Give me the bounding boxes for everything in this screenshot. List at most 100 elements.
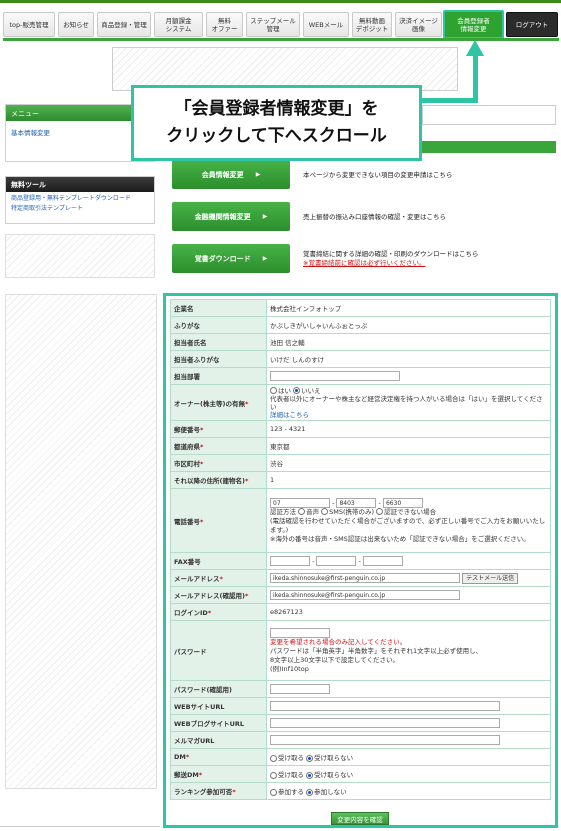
field-label: パスワード(確認用) <box>170 680 267 698</box>
table-row: WEBブログサイトURL <box>170 714 551 732</box>
nav-payment-image[interactable]: 決済イメージ 画像 <box>395 12 442 37</box>
person-value: 池田 信之輔 <box>266 333 551 351</box>
dm-no-radio[interactable] <box>306 754 314 762</box>
pref-value: 東京都 <box>266 437 551 455</box>
bank-info-desc: 売上振替の振込み口座情報の確認・変更はこちら <box>303 213 446 221</box>
owner-detail-link[interactable]: 詳細はこちら <box>270 411 547 419</box>
table-row: 担当者氏名 池田 信之輔 <box>170 333 551 351</box>
memo-desc: 覚書締結に関する詳細の確認・印刷のダウンロードはこちら ※覚書締結前に確認は必ず… <box>303 250 479 268</box>
nav-step-mail[interactable]: ステップメール 管理 <box>246 12 300 37</box>
owner-note: 代表者以外にオーナーや株主など経営決定権を持つ人がいる場合は「はい」を選択してく… <box>270 394 543 411</box>
sidebar-free-tools: 無料ツール 商品登録用・無料テンプレートダウンロード 特定商取引法テンプレート <box>5 176 155 224</box>
table-row: パスワード 変更を希望される場合のみ記入してください。 パスワードは「半角英字」半… <box>170 620 551 681</box>
tel-sms-radio[interactable] <box>321 508 329 515</box>
fax1-input[interactable] <box>270 556 310 566</box>
free-tool-law-template[interactable]: 特定商取引法テンプレート <box>6 204 154 214</box>
nav-webmail[interactable]: WEBメール <box>303 12 349 37</box>
arrow-connector <box>422 98 478 103</box>
tel-none-radio[interactable] <box>376 508 384 515</box>
city-value: 渋谷 <box>266 454 551 472</box>
owner-no-radio[interactable] <box>293 387 301 394</box>
table-row: パスワード(確認用) <box>170 680 551 698</box>
arrow-up-icon <box>466 40 484 56</box>
tel-voice-radio[interactable] <box>298 508 306 515</box>
post-dm-yes-radio[interactable] <box>270 771 277 779</box>
nav-top[interactable]: top-販売管理 <box>3 12 55 37</box>
zip-value: 123 - 4321 <box>266 420 551 438</box>
table-row: DM* 受け取る 受け取らない <box>170 748 551 766</box>
field-label: FAX番号 <box>170 552 267 570</box>
bank-info-change-button[interactable]: 金融機関情報変更 ▶ <box>172 202 290 231</box>
field-label: メールアドレス(確認用)* <box>170 586 267 604</box>
rank-no-radio[interactable] <box>306 788 314 796</box>
table-row: メールアドレス(確認用)* ikeda.shinnosuke@first-peng… <box>170 586 551 604</box>
password-input[interactable] <box>270 627 330 638</box>
nav-subscription[interactable]: 月額課金 システム <box>154 12 203 37</box>
instruction-callout: 「会員登録者情報変更」を クリックして下へスクロール <box>131 85 422 161</box>
nav-free-offer[interactable]: 無料 オファー <box>206 12 243 37</box>
field-label: 市区町村* <box>170 454 267 472</box>
arrow-shaft <box>473 56 478 100</box>
table-row: 市区町村* 渋谷 <box>170 454 551 472</box>
tel1-input[interactable]: 07 <box>270 497 330 508</box>
field-label: 担当者氏名 <box>170 333 267 351</box>
field-label: ログインID* <box>170 603 267 621</box>
table-row: 都道府県* 東京都 <box>170 437 551 455</box>
nav-free-video[interactable]: 無料動画 デポジット <box>352 12 392 37</box>
table-row: オーナー(株主等)の有無* はい いいえ 代表者以外にオーナーや株主など経営決定権… <box>170 384 551 421</box>
dept-input[interactable] <box>270 371 400 381</box>
post-dm-no-radio[interactable] <box>306 771 314 779</box>
field-label: WEBブログサイトURL <box>170 714 267 732</box>
fax2-input[interactable] <box>316 556 357 566</box>
person-kana-value: いけだ しんのすけ <box>266 350 551 368</box>
field-label: DM* <box>170 748 267 766</box>
table-row: 企業名 株式会社インフォトップ <box>170 299 551 317</box>
member-info-desc: 本ページから変更できない項目の変更申請はこちら <box>303 171 453 179</box>
addr-value: 1 <box>266 471 551 489</box>
divider <box>0 826 160 827</box>
field-label: 企業名 <box>170 299 267 317</box>
magazine-url-input[interactable] <box>270 735 500 745</box>
company-value: 株式会社インフォトップ <box>266 299 551 317</box>
tel-note-2: ※海外の番号は音声・SMS認証は出来ないため「認証できない場合」をご選択ください… <box>270 534 530 543</box>
logout-button[interactable]: ログアウト <box>506 12 558 37</box>
right-strip <box>422 105 556 125</box>
nav-member-info[interactable]: 会員登録者 情報変更 <box>443 10 504 39</box>
table-row: 担当者ふりがな いけだ しんのすけ <box>170 350 551 368</box>
test-mail-button[interactable]: テストメール送信 <box>462 572 519 584</box>
rank-yes-radio[interactable] <box>270 788 277 796</box>
password-confirm-input[interactable] <box>270 684 330 694</box>
email-confirm-input[interactable]: ikeda.shinnosuke@first-penguin.co.jp <box>270 590 460 600</box>
memo-download-button[interactable]: 覚書ダウンロード ▶ <box>172 244 290 273</box>
memo-desc-link[interactable]: ※覚書締結前に確認は必ず行いください。 <box>303 259 479 268</box>
field-label: メルマガURL <box>170 731 267 749</box>
table-row: WEBサイトURL <box>170 697 551 715</box>
blog-url-input[interactable] <box>270 718 500 728</box>
memo-desc-text: 覚書締結に関する詳細の確認・印刷のダウンロードはこちら <box>303 250 479 258</box>
table-row: ランキング参加可否* 参加する 参加しない <box>170 782 551 800</box>
password-note-red: 変更を希望される場合のみ記入してください。 <box>270 637 407 646</box>
confirm-changes-button[interactable]: 変更内容を確認 <box>331 812 389 825</box>
tel2-input[interactable]: 8403 <box>336 497 377 508</box>
sidebar-ad-placeholder <box>5 234 155 278</box>
web-url-input[interactable] <box>270 701 500 711</box>
field-label: 電話番号* <box>170 488 267 553</box>
free-tool-template-download[interactable]: 商品登録用・無料テンプレートダウンロード <box>6 192 154 204</box>
owner-yes-radio[interactable] <box>270 387 277 394</box>
email-input[interactable]: ikeda.shinnosuke@first-penguin.co.jp <box>270 573 460 583</box>
top-accent-bar <box>0 0 561 3</box>
tel3-input[interactable]: 6630 <box>382 497 423 508</box>
table-row: 郵送DM* 受け取る 受け取らない <box>170 765 551 783</box>
nav-products[interactable]: 商品登録・管理 <box>97 12 151 37</box>
nav-news[interactable]: お知らせ <box>58 12 94 37</box>
fax3-input[interactable] <box>362 556 403 566</box>
dm-yes-radio[interactable] <box>270 754 277 762</box>
field-label: 担当部署 <box>170 367 267 385</box>
password-note-3: (例)Inf10top <box>270 664 309 673</box>
member-info-change-button[interactable]: 会員情報変更 ▶ <box>172 160 290 189</box>
table-row: ログインID* e8267123 <box>170 603 551 621</box>
field-label: 郵便番号* <box>170 420 267 438</box>
field-label: それ以降の住所(建物名)* <box>170 471 267 489</box>
login-id-value: e8267123 <box>266 603 551 621</box>
callout-line-2: クリックして下へスクロール <box>166 126 387 146</box>
